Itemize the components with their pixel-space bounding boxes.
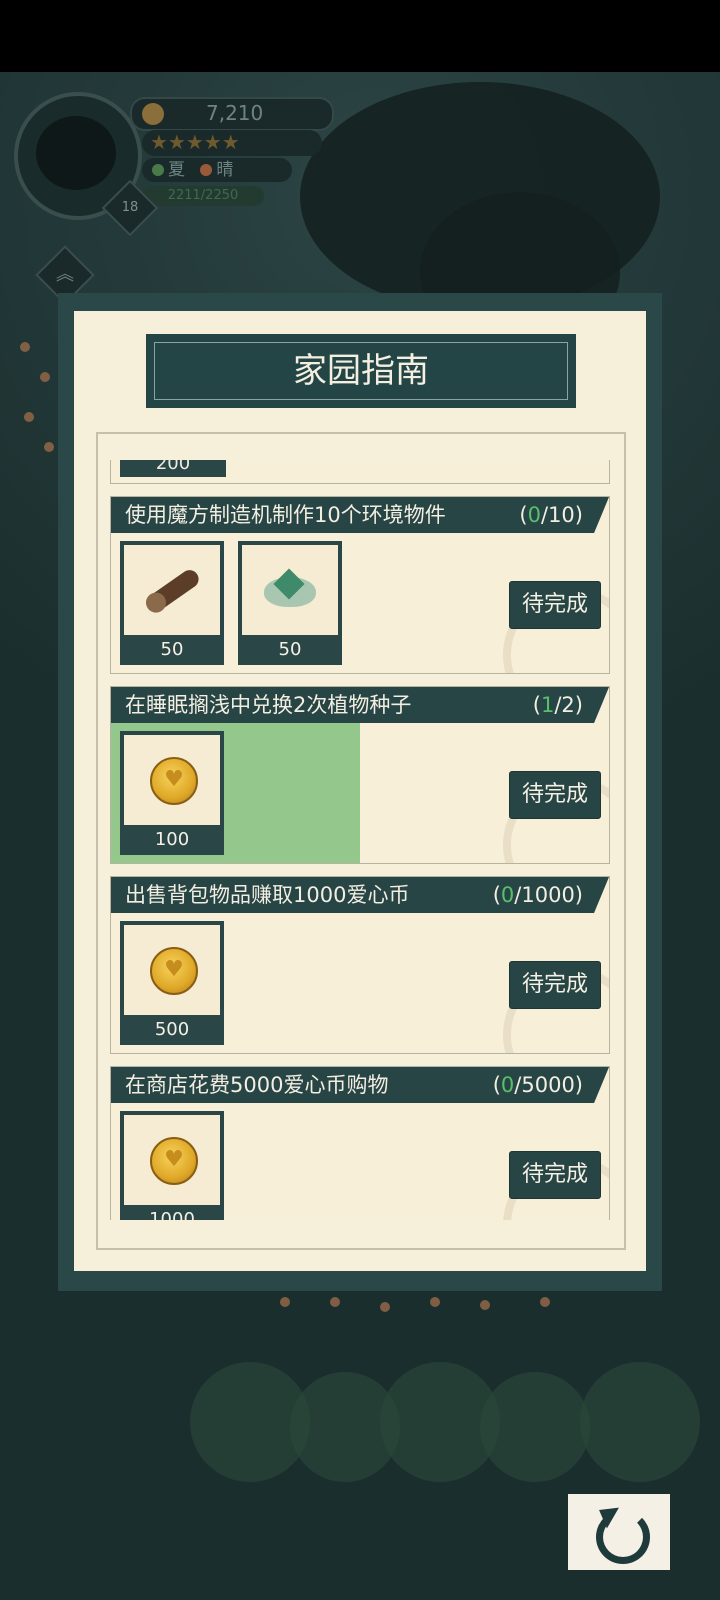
task-status-button[interactable]: 待完成: [509, 961, 601, 1009]
task-card: 在商店花费5000爱心币购物 (0/5000) ♥ 1000 待完成: [110, 1066, 610, 1220]
task-card: 使用魔方制造机制作10个环境物件 (0/10) 50 50 待完成: [110, 496, 610, 674]
reward-item: ♥ 500: [120, 921, 224, 1045]
task-card: 在睡眠搁浅中兑换2次植物种子 (1/2) ♥ 100 待完成: [110, 686, 610, 864]
task-progress: (1/2): [532, 693, 583, 717]
task-progress: (0/1000): [492, 883, 583, 907]
heart-coin-icon: ♥: [150, 947, 198, 995]
coin-balance: 7,210: [130, 97, 334, 131]
task-progress: (0/5000): [492, 1073, 583, 1097]
reward-item: 50: [120, 541, 224, 665]
dialog-title: 家园指南: [293, 351, 429, 391]
wood-log-icon: [142, 566, 203, 617]
heart-coin-icon: ♥: [150, 757, 198, 805]
task-title: 在睡眠搁浅中兑换2次植物种子: [125, 693, 412, 717]
task-status-button[interactable]: 待完成: [509, 581, 601, 629]
back-button[interactable]: [568, 1494, 670, 1570]
task-status-button[interactable]: 待完成: [509, 771, 601, 819]
status-bar: [0, 0, 720, 72]
season-label: 夏: [168, 160, 185, 180]
season-weather: 夏 晴: [142, 158, 292, 182]
star-rating-stars: ★★★★★: [150, 130, 240, 154]
heart-coin-icon: ♥: [150, 1137, 198, 1185]
xp-value: 2211/2250: [167, 188, 239, 203]
coin-balance-value: 7,210: [206, 101, 264, 125]
reward-count: 1000: [149, 1209, 195, 1220]
reward-count: 200: [120, 460, 226, 477]
task-list[interactable]: 200 使用魔方制造机制作10个环境物件 (0/10) 50 50 待完成 在睡…: [110, 460, 610, 1220]
star-rating: ★★★★★: [142, 130, 322, 156]
reward-count: 50: [160, 639, 184, 660]
double-chevron-up-icon: ︽: [56, 264, 74, 285]
weather-label: 晴: [216, 160, 234, 180]
grass-bundle-icon: [264, 568, 316, 607]
task-card-partial: 200: [110, 460, 610, 484]
dialog-title-banner: 家园指南: [146, 334, 576, 408]
task-status-button[interactable]: 待完成: [509, 1151, 601, 1199]
sun-icon: [200, 164, 213, 176]
task-title: 使用魔方制造机制作10个环境物件: [125, 503, 446, 527]
reward-count: 500: [154, 1019, 190, 1040]
reward-item: ♥ 100: [120, 731, 224, 855]
task-card: 出售背包物品赚取1000爱心币 (0/1000) ♥ 500 待完成: [110, 876, 610, 1054]
reward-count: 50: [278, 639, 302, 660]
reward-item: ♥ 1000: [120, 1111, 224, 1220]
leaf-icon: [152, 164, 164, 176]
task-title: 出售背包物品赚取1000爱心币: [125, 883, 410, 907]
coin-icon: [142, 103, 164, 125]
task-title: 在商店花费5000爱心币购物: [125, 1073, 389, 1097]
reward-item: 50: [238, 541, 342, 665]
task-progress: (0/10): [519, 503, 583, 527]
xp-bar: 2211/2250: [142, 186, 264, 206]
level-value: 18: [121, 200, 139, 215]
reward-count: 100: [154, 829, 190, 850]
